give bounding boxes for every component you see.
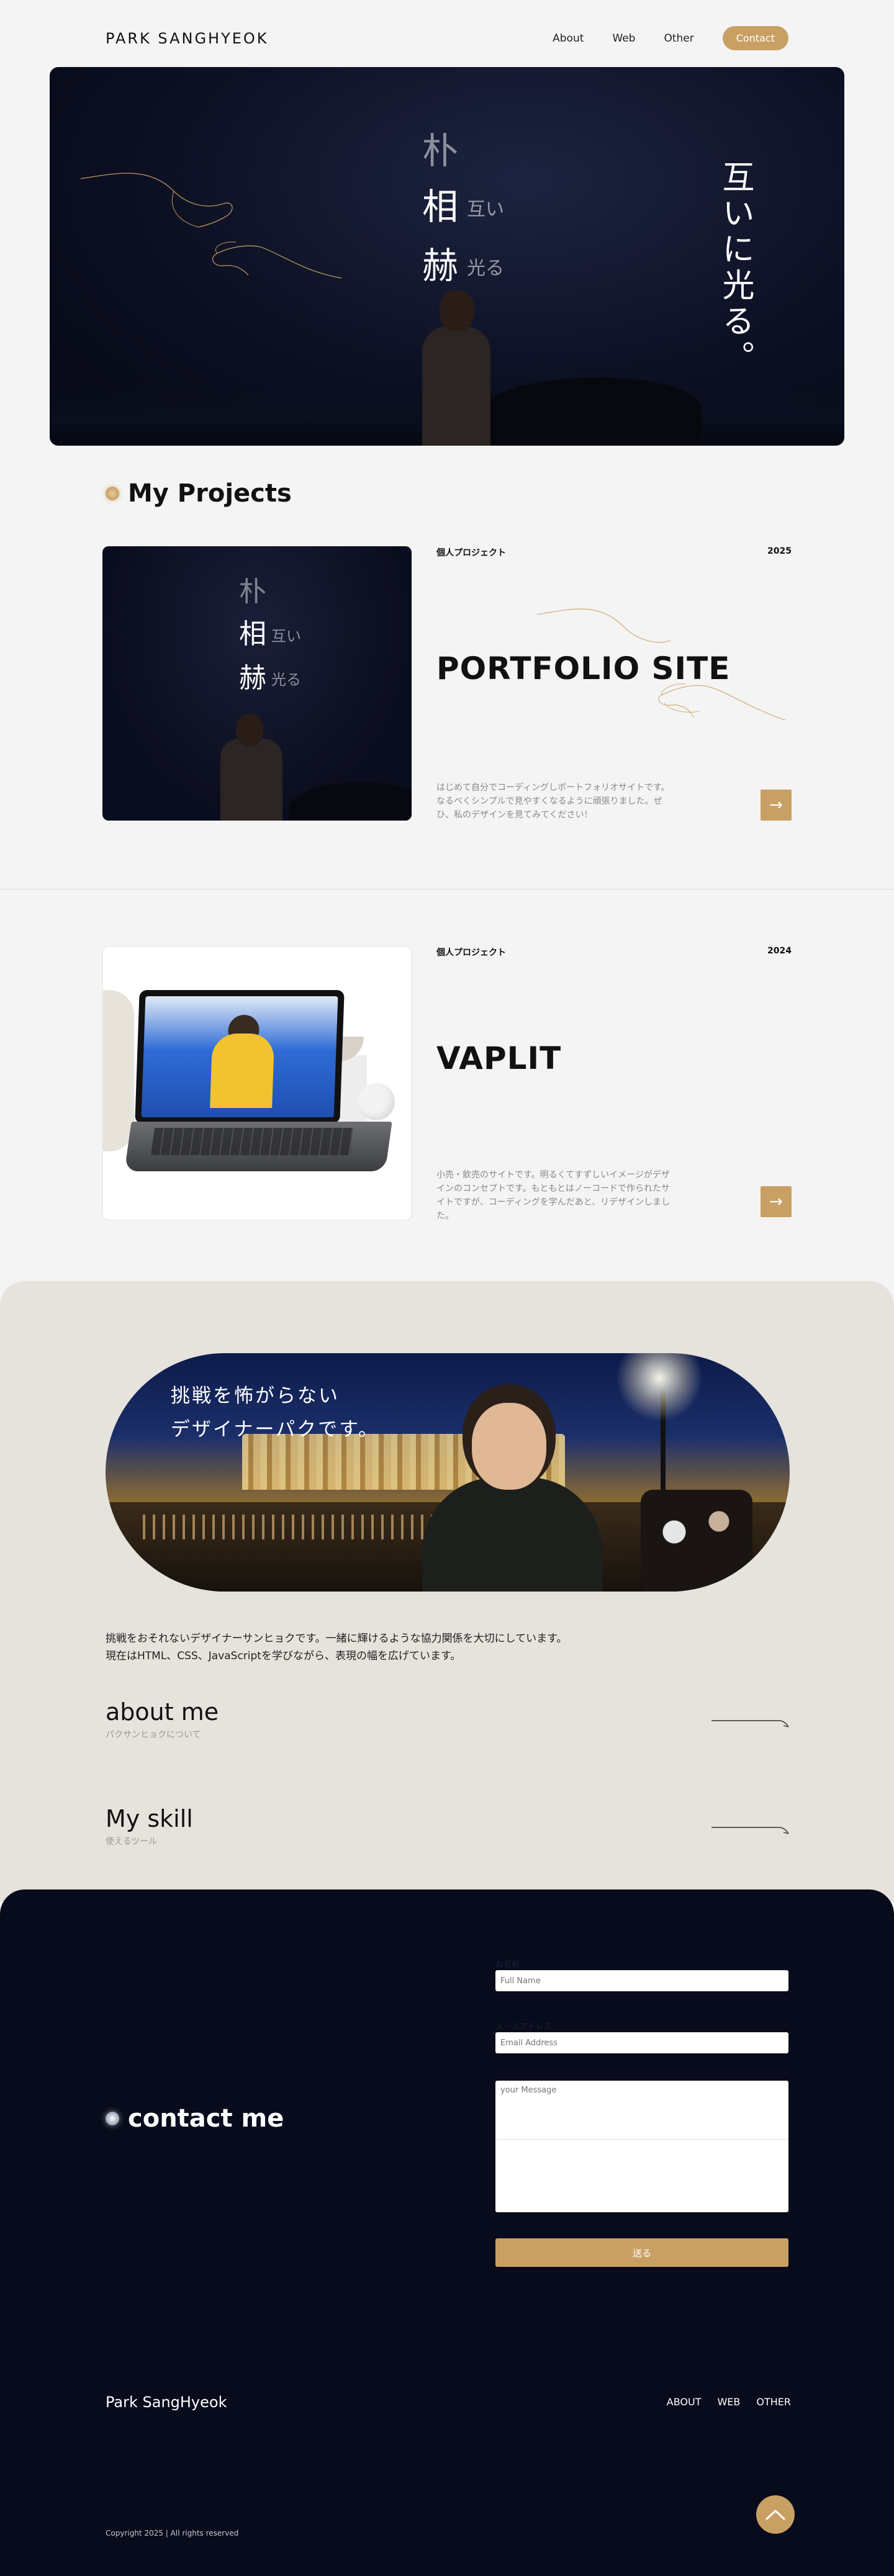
hero-tagline: 互いに光る。 (716, 160, 754, 376)
long-arrow-icon (711, 1720, 789, 1727)
nav-web[interactable]: Web (612, 32, 635, 45)
email-label: メールアドレス (495, 2022, 553, 2032)
hero-person-photo (416, 290, 497, 446)
projects-section-title: My Projects (106, 479, 292, 508)
person-head (236, 714, 263, 746)
project-card-vaplit: 個人プロジェクト 2024 VAPLIT 小売・飲売のサイトです。明るくてすずし… (102, 946, 792, 1222)
hero-kanji-2: 相 (422, 186, 459, 228)
thumb-kanji-3: 赫 (239, 662, 266, 694)
about-me-subtitle: パクサンヒョクについて (106, 1730, 201, 1740)
project-year: 2024 (767, 946, 792, 956)
thumb-kanji-small-2: 光る (271, 671, 301, 688)
project-thumbnail[interactable]: 朴 相互い 赫光る (102, 546, 412, 821)
contact-heading: contact me (128, 2104, 284, 2133)
catch-line-2: デザイナーパクです。 (171, 1418, 379, 1441)
decor-stone (103, 990, 134, 1151)
project-thumbnail[interactable] (102, 946, 412, 1220)
project-open-button[interactable]: → (761, 790, 792, 821)
email-input[interactable] (495, 2032, 788, 2053)
message-textarea[interactable] (495, 2081, 788, 2212)
my-skill-link[interactable]: My skill 使えるツール (106, 1805, 790, 1861)
project-tag: 個人プロジェクト (436, 548, 506, 558)
footer-nav-other[interactable]: OTHER (756, 2396, 791, 2408)
long-arrow-icon (711, 1827, 789, 1834)
nav-contact-button[interactable]: Contact (722, 26, 788, 50)
about-section: 挑戦を怖がらない デザイナーパクです。 挑戦をおそれないデザイナーサンヒョクです… (0, 1281, 894, 1902)
profile-face (472, 1403, 546, 1490)
person-body (220, 739, 282, 821)
about-intro: 挑戦をおそれないデザイナーサンヒョクです。一緒に輝けるような協力関係を大切にして… (106, 1630, 567, 1665)
project-name: VAPLIT (436, 1040, 562, 1076)
arrow-right-icon: → (769, 796, 783, 814)
copyright: Copyright 2025 | All rights reserved (106, 2529, 239, 2538)
footer-name[interactable]: Park SangHyeok (106, 2394, 227, 2411)
name-label: お名前 (495, 1960, 520, 1970)
nav-other[interactable]: Other (664, 32, 693, 45)
submit-button[interactable]: 送る (495, 2238, 788, 2267)
project-open-button[interactable]: → (761, 1186, 792, 1217)
glow-dot-icon (106, 487, 119, 500)
intro-line-2: 現在はHTML、CSS、JavaScriptを学びながら、表現の幅を広げています… (106, 1650, 461, 1662)
hill-silhouette (289, 782, 412, 821)
contact-section: contact me お名前 メールアドレス 送る Park SangHyeok… (0, 1889, 894, 2576)
site-header: PARK SANGHYEOK About Web Other Contact (0, 0, 894, 67)
project-card-portfolio: 朴 相互い 赫光る 個人プロジェクト 2025 PORTFOLIO SITE は… (102, 546, 792, 822)
contact-form: お名前 メールアドレス 送る (495, 1958, 788, 2267)
thumb-kanji: 朴 相互い 赫光る (239, 571, 301, 701)
hero-kanji-1: 朴 (422, 130, 459, 172)
intro-line-1: 挑戦をおそれないデザイナーサンヒョクです。一緒に輝けるような協力関係を大切にして… (106, 1633, 567, 1645)
chevron-up-icon (765, 2510, 785, 2520)
my-skill-title: My skill (106, 1805, 193, 1832)
hero-kanji-3: 赫 (422, 244, 459, 287)
profile-body (422, 1477, 602, 1592)
projects-heading: My Projects (128, 479, 292, 508)
footer-nav-about[interactable]: ABOUT (667, 2396, 702, 2408)
my-skill-subtitle: 使えるツール (106, 1837, 158, 1847)
nav-about[interactable]: About (553, 32, 584, 45)
hero-kanji-small-2: 光る (467, 257, 505, 279)
decor-ball (358, 1083, 395, 1120)
thumb-kanji-small-1: 互い (271, 627, 301, 645)
hero-kanji-small-1: 互い (467, 198, 505, 220)
crowd (641, 1490, 752, 1592)
laptop-screen (135, 990, 345, 1124)
lamp-glow (616, 1353, 703, 1421)
reaching-hands-illustration (81, 173, 341, 279)
arrow-right-icon: → (769, 1192, 783, 1211)
thumb-kanji-2: 相 (239, 618, 266, 650)
hero-banner: 朴 相互い 赫光る 互いに光る。 (50, 67, 844, 446)
project-description: はじめて自分でコーディングしポートフォリオサイトです。なるべくシンプルで見やすく… (436, 783, 670, 820)
hero-name-kanji: 朴 相互い 赫光る (422, 123, 504, 297)
footer-nav-web[interactable]: WEB (717, 2396, 740, 2408)
thumb-kanji-1: 朴 (239, 576, 266, 608)
glow-dot-icon (106, 2112, 119, 2125)
main-nav: About Web Other Contact (553, 26, 788, 50)
contact-title: contact me (106, 2104, 284, 2133)
catch-line-1: 挑戦を怖がらない (171, 1385, 340, 1407)
footer-nav: ABOUT WEB OTHER (667, 2396, 791, 2408)
project-description: 小売・飲売のサイトです。明るくてすずしいイメージがデザインのコンセプトです。もと… (436, 1170, 670, 1221)
profile-photo-capsule: 挑戦を怖がらない デザイナーパクです。 (106, 1353, 790, 1592)
project-tag: 個人プロジェクト (436, 948, 506, 958)
laptop-keyboard (150, 1128, 354, 1155)
project-name: PORTFOLIO SITE (436, 651, 731, 687)
site-logo[interactable]: PARK SANGHYEOK (106, 30, 269, 47)
name-input[interactable] (495, 1970, 788, 1991)
about-me-link[interactable]: about me パクサンヒョクについて (106, 1698, 790, 1754)
about-me-title: about me (106, 1698, 219, 1726)
project-year: 2025 (767, 546, 792, 556)
about-catchphrase: 挑戦を怖がらない デザイナーパクです。 (171, 1379, 379, 1446)
back-to-top-button[interactable] (756, 2495, 795, 2534)
